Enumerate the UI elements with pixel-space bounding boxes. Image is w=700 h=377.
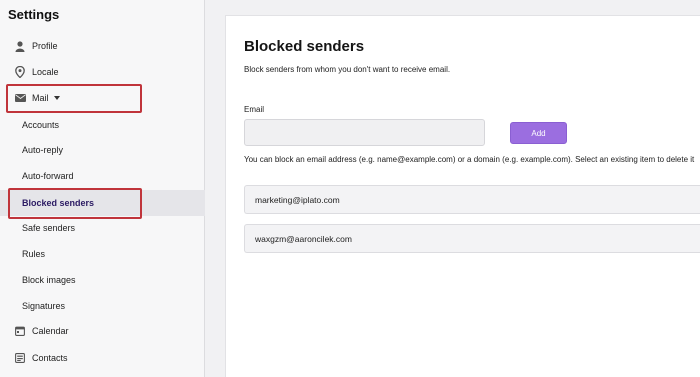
location-pin-icon: [13, 65, 27, 79]
blocked-sender-item[interactable]: waxgzm@aaroncilek.com: [244, 224, 700, 253]
contacts-icon: [13, 351, 27, 365]
sidebar-item-label: Block images: [22, 275, 76, 285]
sidebar-item-label: Rules: [22, 249, 46, 259]
sidebar-item-signatures[interactable]: Signatures: [0, 295, 205, 317]
sidebar-item-label: Mail: [32, 93, 49, 103]
person-icon: [13, 39, 27, 53]
sidebar-item-calendar[interactable]: Calendar: [0, 320, 205, 342]
envelope-icon: [13, 91, 27, 105]
sidebar-item-block-images[interactable]: Block images: [0, 269, 205, 291]
sidebar-item-contacts[interactable]: Contacts: [0, 347, 205, 369]
sidebar-item-auto-reply[interactable]: Auto-reply: [0, 139, 205, 161]
sidebar-item-auto-forward[interactable]: Auto-forward: [0, 165, 205, 187]
sidebar-item-label: Accounts: [22, 120, 60, 130]
sidebar-item-locale[interactable]: Locale: [0, 61, 205, 83]
add-button[interactable]: Add: [510, 122, 567, 144]
sidebar-item-label: Locale: [32, 67, 59, 77]
blocked-sender-item[interactable]: marketing@iplato.com: [244, 185, 700, 214]
sidebar-item-label: Auto-forward: [22, 171, 74, 181]
sidebar-item-rules[interactable]: Rules: [0, 243, 205, 265]
sidebar-item-mail[interactable]: Mail: [0, 87, 205, 109]
sidebar-item-label: Contacts: [32, 353, 68, 363]
help-text: You can block an email address (e.g. nam…: [244, 155, 695, 164]
sidebar-item-safe-senders[interactable]: Safe senders: [0, 217, 205, 239]
page-description: Block senders from whom you don't want t…: [244, 65, 451, 74]
sidebar-item-label: Blocked senders: [22, 198, 95, 208]
sidebar-item-label: Signatures: [22, 301, 66, 311]
sidebar-item-label: Calendar: [32, 326, 69, 336]
sidebar-item-profile[interactable]: Profile: [0, 35, 205, 57]
sidebar-title: Settings: [8, 7, 60, 22]
settings-sidebar: Settings Profile Locale Mail Accounts Au…: [0, 0, 205, 377]
sidebar-item-blocked-senders[interactable]: Blocked senders: [0, 190, 205, 216]
sidebar-item-accounts[interactable]: Accounts: [0, 114, 205, 136]
calendar-icon: [13, 324, 27, 338]
email-input[interactable]: [244, 119, 485, 146]
sidebar-item-label: Profile: [32, 41, 58, 51]
email-label: Email: [244, 105, 265, 114]
page-title: Blocked senders: [244, 38, 365, 55]
sidebar-item-label: Safe senders: [22, 223, 76, 233]
chevron-down-icon: [53, 96, 60, 100]
sidebar-item-label: Auto-reply: [22, 145, 64, 155]
